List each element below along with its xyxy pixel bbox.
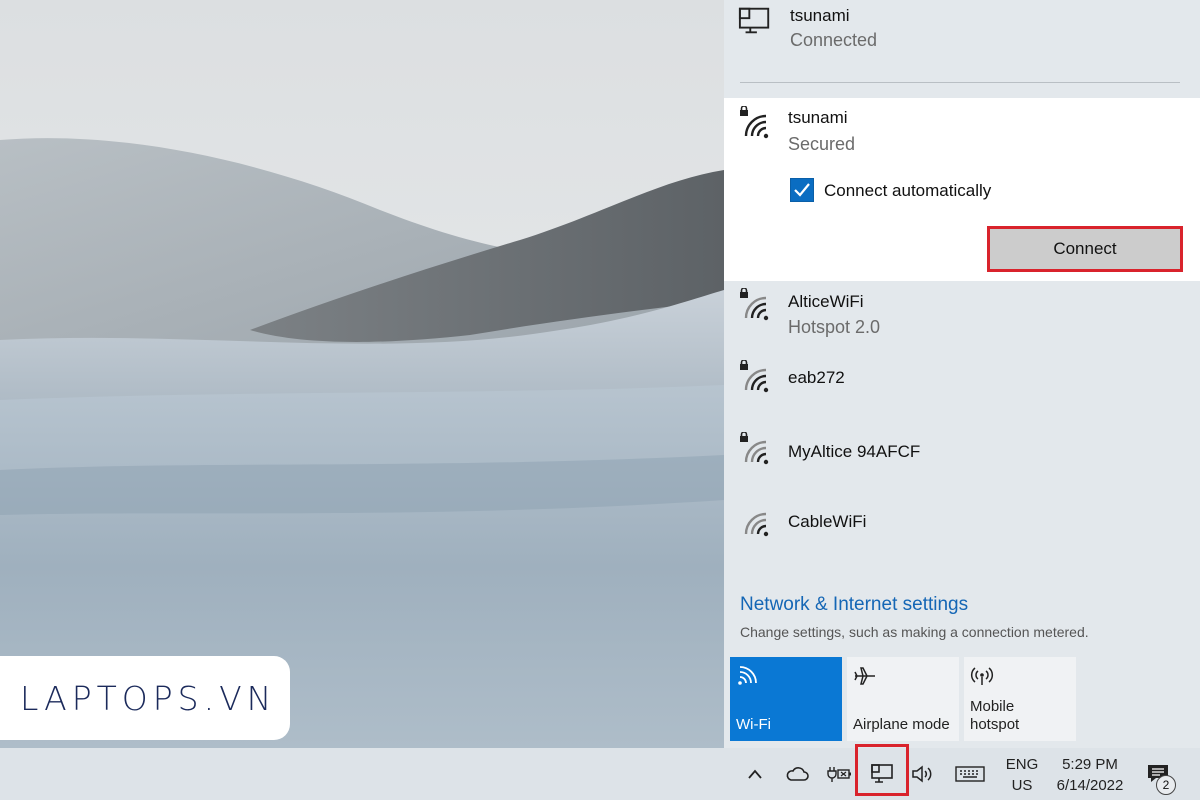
connect-button[interactable]: Connect <box>987 226 1183 272</box>
selected-network-panel[interactable]: tsunami Secured Connect automatically Co… <box>724 98 1200 281</box>
language-code: ENG <box>1005 756 1039 773</box>
selected-network-status: Secured <box>788 134 856 154</box>
input-language-indicator[interactable]: ENG US <box>1000 754 1044 796</box>
hotspot-icon <box>970 667 994 685</box>
network-item-cablewifi[interactable]: CableWiFi <box>724 500 1200 560</box>
wifi-secured-icon <box>740 360 769 393</box>
volume-icon <box>912 765 932 783</box>
system-clock[interactable]: 5:29 PM 6/14/2022 <box>1048 754 1132 796</box>
connected-network-status: Connected <box>790 30 878 50</box>
onedrive-button[interactable] <box>782 748 812 800</box>
wifi-secured-icon <box>740 432 769 465</box>
selected-network-name: tsunami <box>788 108 848 127</box>
power-status-button[interactable] <box>824 748 854 800</box>
battery-plug-icon <box>827 767 851 782</box>
language-region: US <box>1011 777 1033 794</box>
checkmark-icon <box>794 183 810 197</box>
notification-count-badge: 2 <box>1156 775 1176 795</box>
network-item-eab272[interactable]: eab272 <box>724 356 1200 416</box>
clock-date: 6/14/2022 <box>1056 777 1124 794</box>
divider <box>740 82 1180 83</box>
network-item-alticewifi[interactable]: AlticeWiFi Hotspot 2.0 <box>724 284 1200 348</box>
tile-label: Airplane mode <box>853 716 950 734</box>
mobile-hotspot-tile[interactable]: Mobile hotspot <box>964 657 1076 741</box>
keyboard-icon <box>955 766 985 782</box>
wifi-icon <box>744 512 769 537</box>
network-status: Hotspot 2.0 <box>788 317 881 337</box>
connected-network-item[interactable]: tsunami Connected <box>724 0 1200 82</box>
watermark-logo: LAPTOPS.VN <box>0 656 290 740</box>
ethernet-monitor-icon <box>738 7 770 34</box>
network-name: MyAltice 94AFCF <box>788 442 921 461</box>
connected-network-name: tsunami <box>790 6 850 25</box>
airplane-mode-tile[interactable]: Airplane mode <box>847 657 959 741</box>
chevron-up-icon <box>748 769 762 779</box>
wifi-toggle-tile[interactable]: Wi-Fi <box>730 657 842 741</box>
connect-automatically-label: Connect automatically <box>824 181 992 200</box>
network-item-myaltice[interactable]: MyAltice 94AFCF <box>724 428 1200 488</box>
network-name: CableWiFi <box>788 512 867 531</box>
wifi-secured-icon <box>740 106 769 139</box>
touch-keyboard-button[interactable] <box>952 748 988 800</box>
connect-automatically-checkbox[interactable] <box>790 178 814 202</box>
clock-time: 5:29 PM <box>1062 756 1118 773</box>
network-tray-highlight <box>855 744 909 796</box>
watermark-text: LAPTOPS.VN <box>20 678 277 718</box>
network-name: eab272 <box>788 368 845 387</box>
wifi-secured-icon <box>740 288 769 321</box>
volume-button[interactable] <box>908 748 938 800</box>
show-hidden-icons-button[interactable] <box>740 748 770 800</box>
cloud-icon <box>786 767 809 781</box>
tile-label: Wi-Fi <box>736 716 771 734</box>
wifi-icon <box>738 666 757 685</box>
network-flyout: tsunami Connected tsunami Secured Connec… <box>724 0 1200 748</box>
airplane-icon <box>854 667 875 685</box>
network-settings-description: Change settings, such as making a connec… <box>740 624 1089 640</box>
network-settings-link[interactable]: Network & Internet settings <box>740 594 968 616</box>
network-name: AlticeWiFi <box>788 292 864 311</box>
tile-label: Mobile hotspot <box>970 697 1020 734</box>
